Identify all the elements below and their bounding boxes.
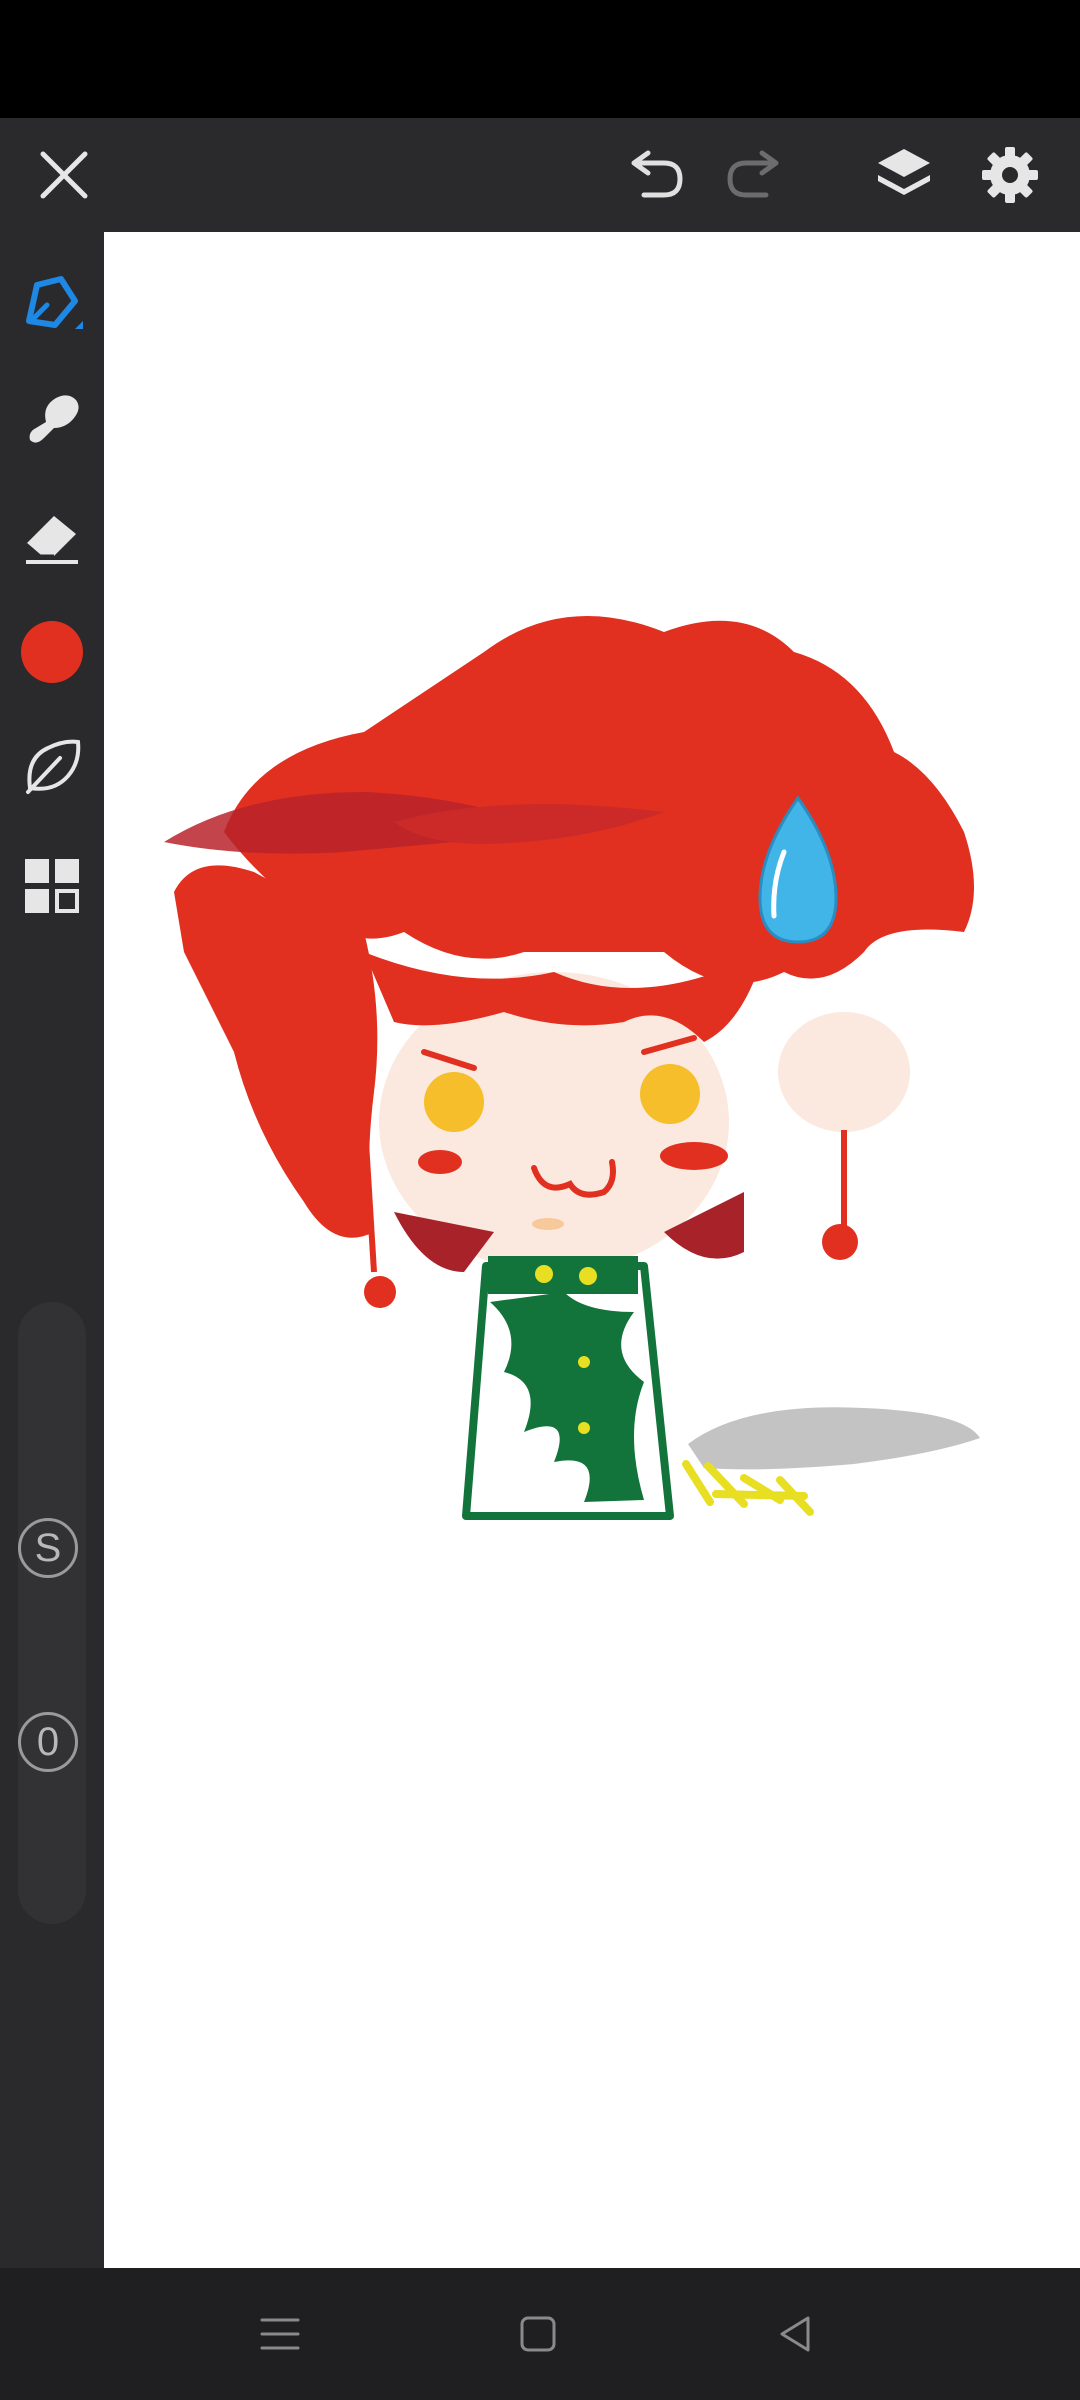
left-eye xyxy=(424,1072,484,1132)
left-blush xyxy=(418,1150,462,1174)
chin xyxy=(532,1218,564,1230)
undo-button[interactable] xyxy=(608,118,704,232)
opacity-label: 0 xyxy=(18,1712,78,1772)
brush-picker[interactable] xyxy=(0,716,104,816)
recent-apps-button[interactable] xyxy=(230,2294,330,2374)
back-button[interactable] xyxy=(746,2294,846,2374)
shirt-fill xyxy=(490,1292,644,1502)
pen-icon xyxy=(26,276,83,329)
settings-button[interactable] xyxy=(962,118,1058,232)
color-picker[interactable] xyxy=(0,602,104,702)
color-swatch xyxy=(21,621,83,683)
home-icon xyxy=(520,2316,556,2352)
collar-dot-1 xyxy=(535,1265,553,1283)
right-eye xyxy=(640,1064,700,1124)
pen-tool[interactable] xyxy=(0,256,104,356)
drawing-canvas[interactable] xyxy=(104,232,1080,2268)
left-earring-chain xyxy=(363,1141,377,1273)
yellow-scribble xyxy=(682,1460,814,1516)
home-button[interactable] xyxy=(488,2294,588,2374)
close-icon xyxy=(40,151,88,199)
system-nav-bar xyxy=(0,2268,1080,2400)
right-blush xyxy=(660,1142,728,1170)
undo-icon xyxy=(631,150,683,198)
smudge-tool[interactable] xyxy=(0,370,104,470)
collar xyxy=(488,1256,638,1294)
ear xyxy=(778,1012,910,1132)
right-earring xyxy=(822,1224,858,1260)
layers-icon xyxy=(878,149,930,195)
gray-scribble xyxy=(688,1407,980,1470)
gear-icon xyxy=(982,147,1038,203)
tool-sidebar: S 0 xyxy=(0,232,104,2268)
grid-icon xyxy=(25,859,79,913)
artwork xyxy=(164,616,980,1520)
eraser-tool[interactable] xyxy=(0,486,104,586)
status-bar xyxy=(0,0,1080,118)
more-tools[interactable] xyxy=(0,836,104,936)
back-icon xyxy=(780,2316,810,2352)
layers-button[interactable] xyxy=(856,118,952,232)
size-label: S xyxy=(18,1518,78,1578)
eraser-icon xyxy=(25,516,78,564)
button-2 xyxy=(578,1422,590,1434)
redo-button[interactable] xyxy=(706,118,802,232)
redo-icon xyxy=(727,150,779,198)
leaf-icon xyxy=(26,739,81,794)
top-toolbar xyxy=(0,118,1080,232)
button-1 xyxy=(578,1356,590,1368)
menu-icon xyxy=(260,2318,300,2350)
left-earring xyxy=(364,1276,396,1308)
smudge-icon xyxy=(29,395,79,443)
close-button[interactable] xyxy=(16,118,112,232)
collar-dot-2 xyxy=(579,1267,597,1285)
